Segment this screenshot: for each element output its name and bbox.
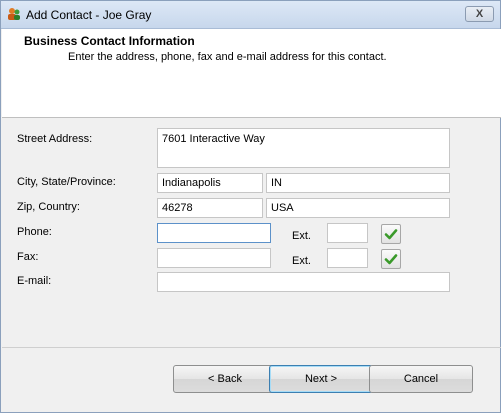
fax-ext-field[interactable] [327,248,368,268]
phone-verify-button[interactable] [381,224,401,244]
zip-country-label: Zip, Country: [17,201,80,213]
back-button[interactable]: < Back [173,365,277,393]
cancel-button[interactable]: Cancel [369,365,473,393]
fax-ext-label: Ext. [292,255,311,267]
footer-divider [2,347,501,348]
title-bar[interactable]: Add Contact - Joe Gray X [1,1,500,29]
checkmark-icon [384,254,398,265]
window-title: Add Contact - Joe Gray [26,8,152,22]
phone-label: Phone: [17,226,52,238]
close-button[interactable]: X [465,6,494,22]
phone-field[interactable] [157,223,271,243]
fax-verify-button[interactable] [381,249,401,269]
state-field[interactable] [266,173,450,193]
fax-field[interactable] [157,248,271,268]
header-subtitle: Enter the address, phone, fax and e-mail… [68,51,387,63]
fax-label: Fax: [17,251,39,263]
contact-app-icon [8,8,20,20]
phone-ext-label: Ext. [292,230,311,242]
country-field[interactable] [266,198,450,218]
street-address-label: Street Address: [17,133,93,145]
phone-ext-field[interactable] [327,223,368,243]
close-icon: X [475,8,484,20]
header-title: Business Contact Information [24,34,195,48]
zip-field[interactable] [157,198,263,218]
street-address-field[interactable]: 7601 Interactive Way [157,128,450,168]
city-field[interactable] [157,173,263,193]
email-field[interactable] [157,272,450,292]
checkmark-icon [384,229,398,240]
email-label: E-mail: [17,275,52,287]
wizard-header: Business Contact Information Enter the a… [2,29,501,118]
city-state-label: City, State/Province: [17,176,116,188]
next-button[interactable]: Next > [269,365,373,393]
add-contact-window: Add Contact - Joe Gray X Business Contac… [0,0,501,413]
